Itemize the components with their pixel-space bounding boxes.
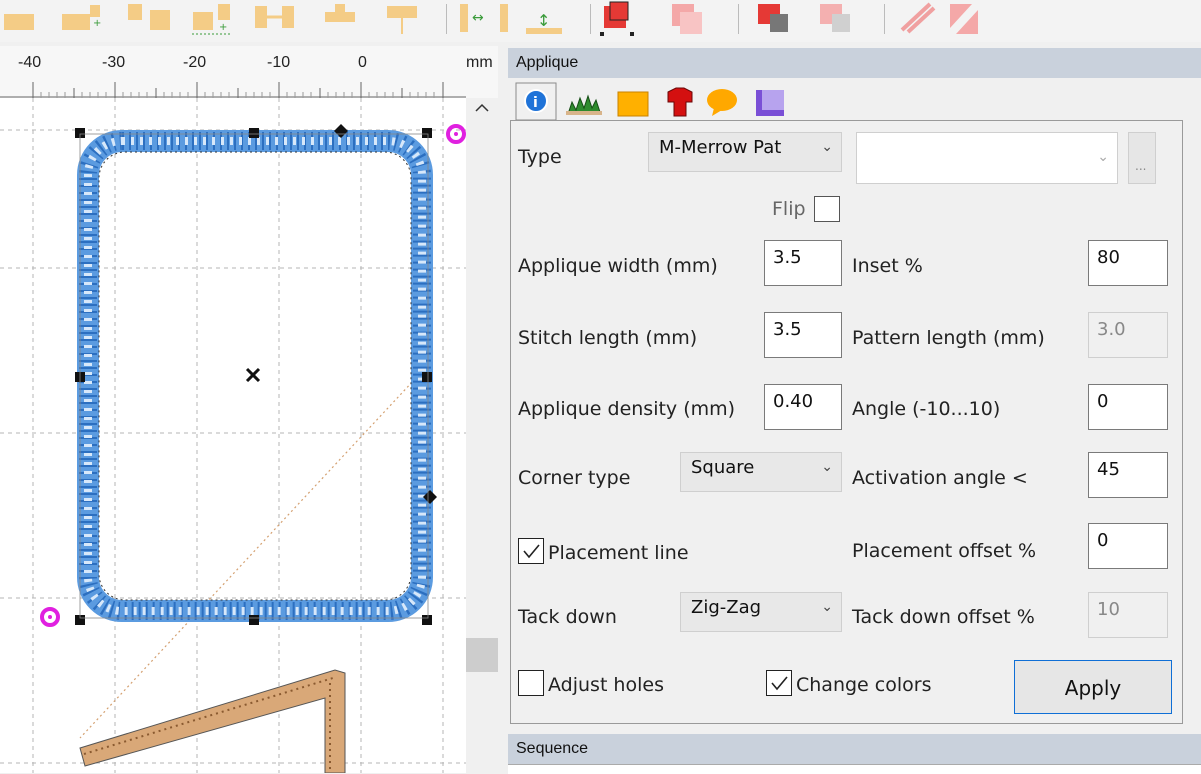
placement-line-label: Placement line	[548, 542, 689, 564]
corner-tab[interactable]	[756, 90, 784, 116]
align-middle-icon[interactable]	[255, 6, 294, 28]
applique-density-label: Applique density (mm)	[518, 398, 736, 420]
ruler-unit: mm	[466, 54, 493, 71]
browse-button[interactable]: ...	[1128, 132, 1156, 184]
change-colors-checkbox[interactable]	[766, 670, 792, 696]
tack-down-value: Zig-Zag	[691, 597, 762, 618]
chevron-down-icon: ⌄	[821, 459, 833, 475]
sequence-title: Sequence	[508, 734, 1201, 764]
applique-width-label: Applique width (mm)	[518, 255, 718, 277]
adjust-holes-checkbox[interactable]	[518, 670, 544, 696]
placement-offset-input[interactable]: 0	[1088, 523, 1168, 569]
clip-icon[interactable]	[900, 2, 936, 34]
fill-icon[interactable]	[950, 4, 978, 34]
type-select-value: M-Merrow Pat	[659, 137, 782, 158]
stitch-length-input[interactable]: 3.5	[764, 312, 842, 358]
pattern-length-label: Pattern length (mm)	[852, 327, 1045, 349]
design-svg[interactable]	[0, 98, 466, 773]
bring-front-icon[interactable]	[758, 4, 788, 32]
change-colors-label: Change colors	[796, 674, 932, 696]
chevron-down-icon: ⌄	[1097, 149, 1109, 165]
corner-type-value: Square	[691, 457, 755, 478]
align-center-icon[interactable]: +	[192, 4, 232, 35]
ungroup-icon[interactable]	[672, 4, 702, 34]
type-label: Type	[518, 146, 562, 168]
clothing-tab[interactable]	[667, 87, 693, 117]
svg-text:+: +	[219, 22, 227, 33]
activation-angle-input[interactable]: 45	[1088, 452, 1168, 498]
splitter[interactable]	[498, 42, 508, 773]
center-mark-icon	[245, 367, 261, 383]
align-top-icon[interactable]	[128, 4, 170, 30]
tack-down-label: Tack down	[518, 606, 617, 628]
rotate-handle-icon[interactable]	[40, 607, 60, 627]
toolbar-icons: + + ↔ ↕	[4, 1, 978, 36]
ruler-label: -20	[183, 54, 207, 71]
svg-text:i: i	[533, 95, 538, 111]
second-applique-shape[interactable]	[79, 669, 346, 773]
corner-type-label: Corner type	[518, 467, 631, 489]
ruler-label: -10	[267, 54, 291, 71]
space-horizontal-icon[interactable]: ↔	[460, 4, 508, 32]
speech-tab[interactable]	[707, 89, 737, 116]
inset-input[interactable]: 80	[1088, 240, 1168, 286]
svg-text:+: +	[93, 18, 101, 29]
tab-icons: i	[515, 82, 784, 121]
applique-width-input[interactable]: 3.5	[764, 240, 842, 286]
applique-density-input[interactable]: 0.40	[764, 384, 842, 430]
tack-down-select[interactable]: Zig-Zag ⌄	[680, 592, 842, 632]
chevron-down-icon: ⌄	[821, 599, 833, 615]
rotate-handle-icon[interactable]	[446, 124, 466, 144]
applique-properties	[510, 120, 1183, 724]
checkmark-icon	[771, 676, 788, 691]
ruler-label: -30	[102, 54, 126, 71]
stitch-length-label: Stitch length (mm)	[518, 327, 698, 349]
pattern-length-input: 3.0	[1088, 312, 1168, 358]
scrollbar-thumb[interactable]	[466, 638, 498, 672]
angle-label: Angle (-10...10)	[852, 398, 1001, 420]
placement-line-checkbox[interactable]	[518, 538, 544, 564]
ruler-label: 0	[358, 54, 367, 71]
send-back-icon[interactable]	[820, 4, 850, 32]
adjust-holes-label: Adjust holes	[548, 674, 664, 696]
placement-offset-label: Placement offset %	[852, 540, 1037, 562]
selection-handles[interactable]	[75, 124, 437, 625]
chevron-down-icon: ⌄	[821, 139, 833, 155]
angle-input[interactable]: 0	[1088, 384, 1168, 430]
fill-tab[interactable]	[617, 91, 649, 117]
toolbar: + + ↔ ↕	[0, 0, 1201, 42]
ruler-ticks	[0, 82, 466, 98]
tack-down-offset-label: Tack down offset %	[852, 606, 1035, 628]
corner-type-select[interactable]: Square ⌄	[680, 452, 842, 492]
scroll-up-icon[interactable]	[466, 98, 498, 118]
inset-label: Inset %	[852, 255, 923, 277]
grid-lines	[0, 98, 466, 773]
apply-button[interactable]: Apply	[1014, 660, 1172, 714]
align-pin2-icon[interactable]	[387, 6, 417, 34]
pattern-select[interactable]: ⌄	[856, 132, 1118, 184]
tab-strip: i	[510, 80, 1183, 121]
svg-text:↔: ↔	[472, 10, 484, 26]
svg-text:↕: ↕	[537, 11, 550, 30]
activation-angle-label: Activation angle <	[852, 467, 1028, 489]
flip-label: Flip	[772, 198, 806, 220]
space-vertical-icon[interactable]: ↕	[526, 11, 562, 34]
checkmark-icon	[523, 544, 540, 559]
ruler-label: -40	[18, 54, 42, 71]
align-bottom-icon[interactable]: +	[62, 5, 101, 30]
guide-line	[79, 363, 430, 739]
align-left-icon[interactable]	[4, 14, 34, 30]
horizontal-ruler: -40 -30 -20 -10 0 mm	[0, 46, 500, 99]
panel-title: Applique	[508, 48, 1201, 78]
design-canvas[interactable]	[0, 98, 466, 773]
flip-checkbox[interactable]	[814, 196, 840, 222]
type-select[interactable]: M-Merrow Pat ⌄	[648, 132, 842, 172]
tack-down-offset-input: 10	[1088, 592, 1168, 638]
applique-stitch-tab[interactable]	[566, 94, 602, 115]
group-icon[interactable]	[600, 1, 634, 36]
align-pin-icon[interactable]	[325, 4, 355, 22]
